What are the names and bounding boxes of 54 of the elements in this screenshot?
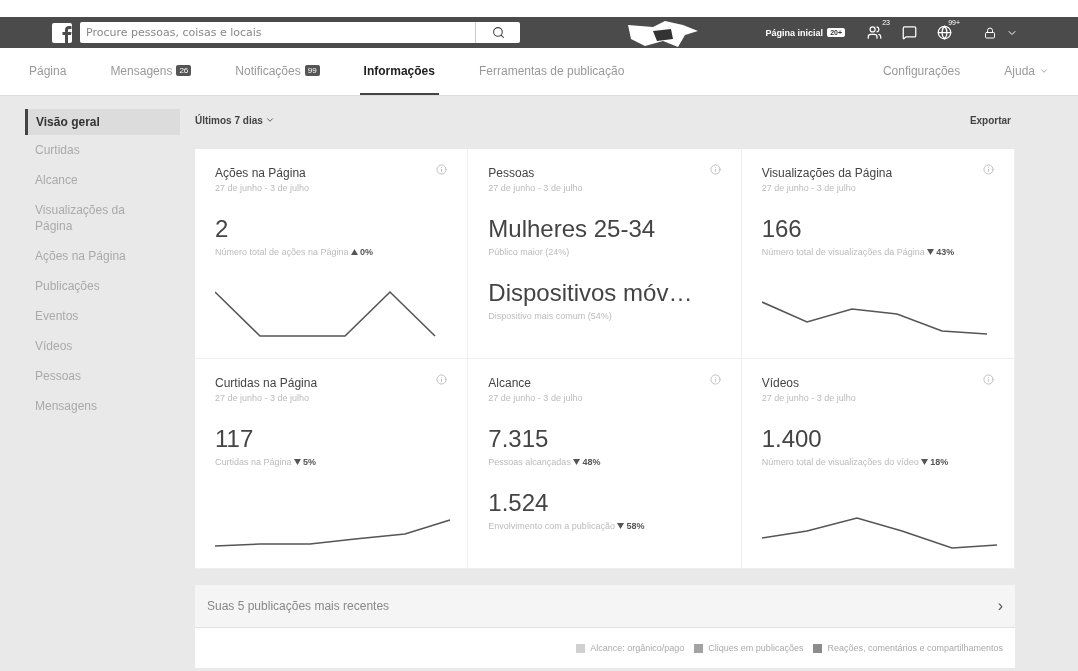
- sidebar-item[interactable]: Pessoas: [25, 361, 180, 391]
- card-title: Vídeos: [761, 376, 799, 390]
- nav-tab[interactable]: Página: [25, 48, 71, 95]
- stat-value: 117: [215, 425, 255, 453]
- nav-tab[interactable]: Mensagens 26: [106, 48, 196, 95]
- search-icon[interactable]: [491, 26, 505, 39]
- period-dropdown[interactable]: Últimos 7 dias: [195, 114, 275, 126]
- stat-value: Mulheres 25-34: [488, 215, 657, 243]
- nav-tab[interactable]: Configurações: [878, 48, 965, 95]
- globe-icon[interactable]: [937, 25, 952, 40]
- nav-tab[interactable]: Ajuda: [1000, 48, 1053, 95]
- sidebar-item[interactable]: Visualizações da Página: [25, 195, 180, 241]
- recent-posts-bar[interactable]: Suas 5 publicações mais recentes ›: [195, 585, 1015, 628]
- stat-caption: Público maior (24%): [488, 247, 571, 257]
- export-link[interactable]: Exportar: [969, 114, 1011, 126]
- card-date: 27 de junho - 3 de julho: [215, 393, 311, 403]
- legend-item: Alcance: orgânico/pago: [576, 643, 685, 653]
- friends-icon[interactable]: [867, 25, 882, 40]
- card-date: 27 de junho - 3 de julho: [488, 183, 584, 193]
- legend-item: Cliques em publicações: [694, 643, 804, 653]
- lock-icon[interactable]: [984, 26, 996, 39]
- logo-icon[interactable]: [52, 22, 72, 43]
- stat-value: Dispositivos móv…: [488, 279, 694, 307]
- sidebar-item[interactable]: Visão geral: [25, 109, 180, 135]
- stat-value: 1.400: [761, 425, 823, 453]
- sidebar-item[interactable]: Alcance: [25, 165, 180, 195]
- sidebar-item[interactable]: Publicações: [25, 271, 180, 301]
- stat-value: 166: [761, 215, 803, 243]
- nav-tab[interactable]: Ferramentas de publicação: [474, 48, 629, 95]
- legend-item: Reações, comentários e compartilhamentos: [813, 643, 1003, 653]
- card-title: Visualizações da Página: [761, 166, 893, 180]
- card-date: 27 de junho - 3 de julho: [215, 183, 311, 193]
- card-title: Alcance: [488, 376, 532, 390]
- card-title: Pessoas: [488, 166, 535, 180]
- sidebar-item[interactable]: Ações na Página: [25, 241, 180, 271]
- sidebar-item[interactable]: Vídeos: [25, 331, 180, 361]
- chat-icon[interactable]: [902, 25, 917, 40]
- stat-caption: Número total de visualizações da Página 43%: [761, 247, 956, 257]
- card-title: Curtidas na Página: [215, 376, 318, 390]
- stat-value: 2: [215, 215, 230, 243]
- stat-value: 1.524: [488, 489, 550, 517]
- stat-caption: Envolvimento com a publicação 58%: [488, 521, 646, 531]
- card-date: 27 de junho - 3 de julho: [488, 393, 584, 403]
- search-field[interactable]: Procure pessoas, coisas e locais: [80, 22, 475, 43]
- card-title: Ações na Página: [215, 166, 306, 180]
- stat-caption: Número total de visualizações do vídeo 18%: [761, 457, 950, 467]
- sidebar-item[interactable]: Curtidas: [25, 135, 180, 165]
- caret-icon: [264, 115, 275, 125]
- sidebar-item[interactable]: Eventos: [25, 301, 180, 331]
- nav-tab[interactable]: Notificações 99: [231, 48, 324, 95]
- stat-caption: Pessoas alcançadas 48%: [488, 457, 602, 467]
- stat-value: 7.315: [488, 425, 550, 453]
- sidebar-item[interactable]: Mensagens: [25, 391, 180, 421]
- stat-caption: Dispositivo mais comum (54%): [488, 311, 613, 321]
